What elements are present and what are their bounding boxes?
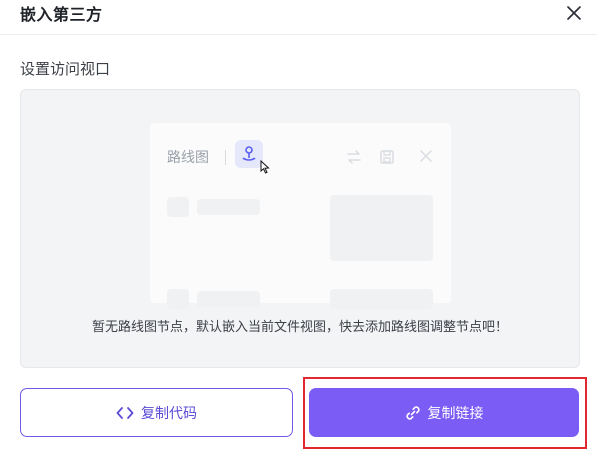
copy-code-button[interactable]: 复制代码 — [20, 388, 293, 437]
empty-state-message: 暂无路线图节点，默认嵌入当前文件视图，快去添加路线图调整节点吧！ — [91, 320, 508, 335]
save-icon — [380, 150, 394, 164]
copy-link-button[interactable]: 复制链接 — [309, 388, 579, 437]
copy-code-label: 复制代码 — [141, 405, 197, 422]
cursor-icon — [260, 160, 270, 174]
skeleton-block — [197, 291, 260, 307]
swap-icon — [347, 150, 361, 164]
close-icon — [567, 6, 581, 20]
skeleton-block — [197, 199, 260, 215]
skeleton-block — [167, 289, 189, 309]
dialog-header: 嵌入第三方 — [0, 0, 597, 35]
close-icon — [420, 150, 432, 162]
map-pin-icon — [242, 146, 256, 161]
viewport-section-label: 设置访问视口 — [20, 60, 111, 78]
preview-pin-button — [235, 140, 263, 168]
skeleton-block — [167, 197, 189, 217]
skeleton-block — [330, 195, 433, 261]
close-button[interactable] — [561, 0, 587, 26]
preview-tab-roadmap: 路线图 — [167, 150, 209, 166]
preview-divider — [225, 150, 226, 165]
embed-dialog: 嵌入第三方 设置访问视口 路线图 暂无路线图节点，默认嵌入当前文件视图，快去添加… — [0, 0, 597, 457]
skeleton-block — [330, 289, 433, 309]
link-icon — [405, 405, 421, 421]
copy-link-label: 复制链接 — [427, 405, 484, 422]
code-icon — [116, 406, 134, 420]
dialog-title: 嵌入第三方 — [20, 5, 103, 24]
preview-mock-window: 路线图 — [150, 123, 451, 309]
viewport-preview: 路线图 暂无路线图节点，默认嵌入当前文件视图，快去添加路线图调整节点吧！ — [20, 89, 580, 368]
